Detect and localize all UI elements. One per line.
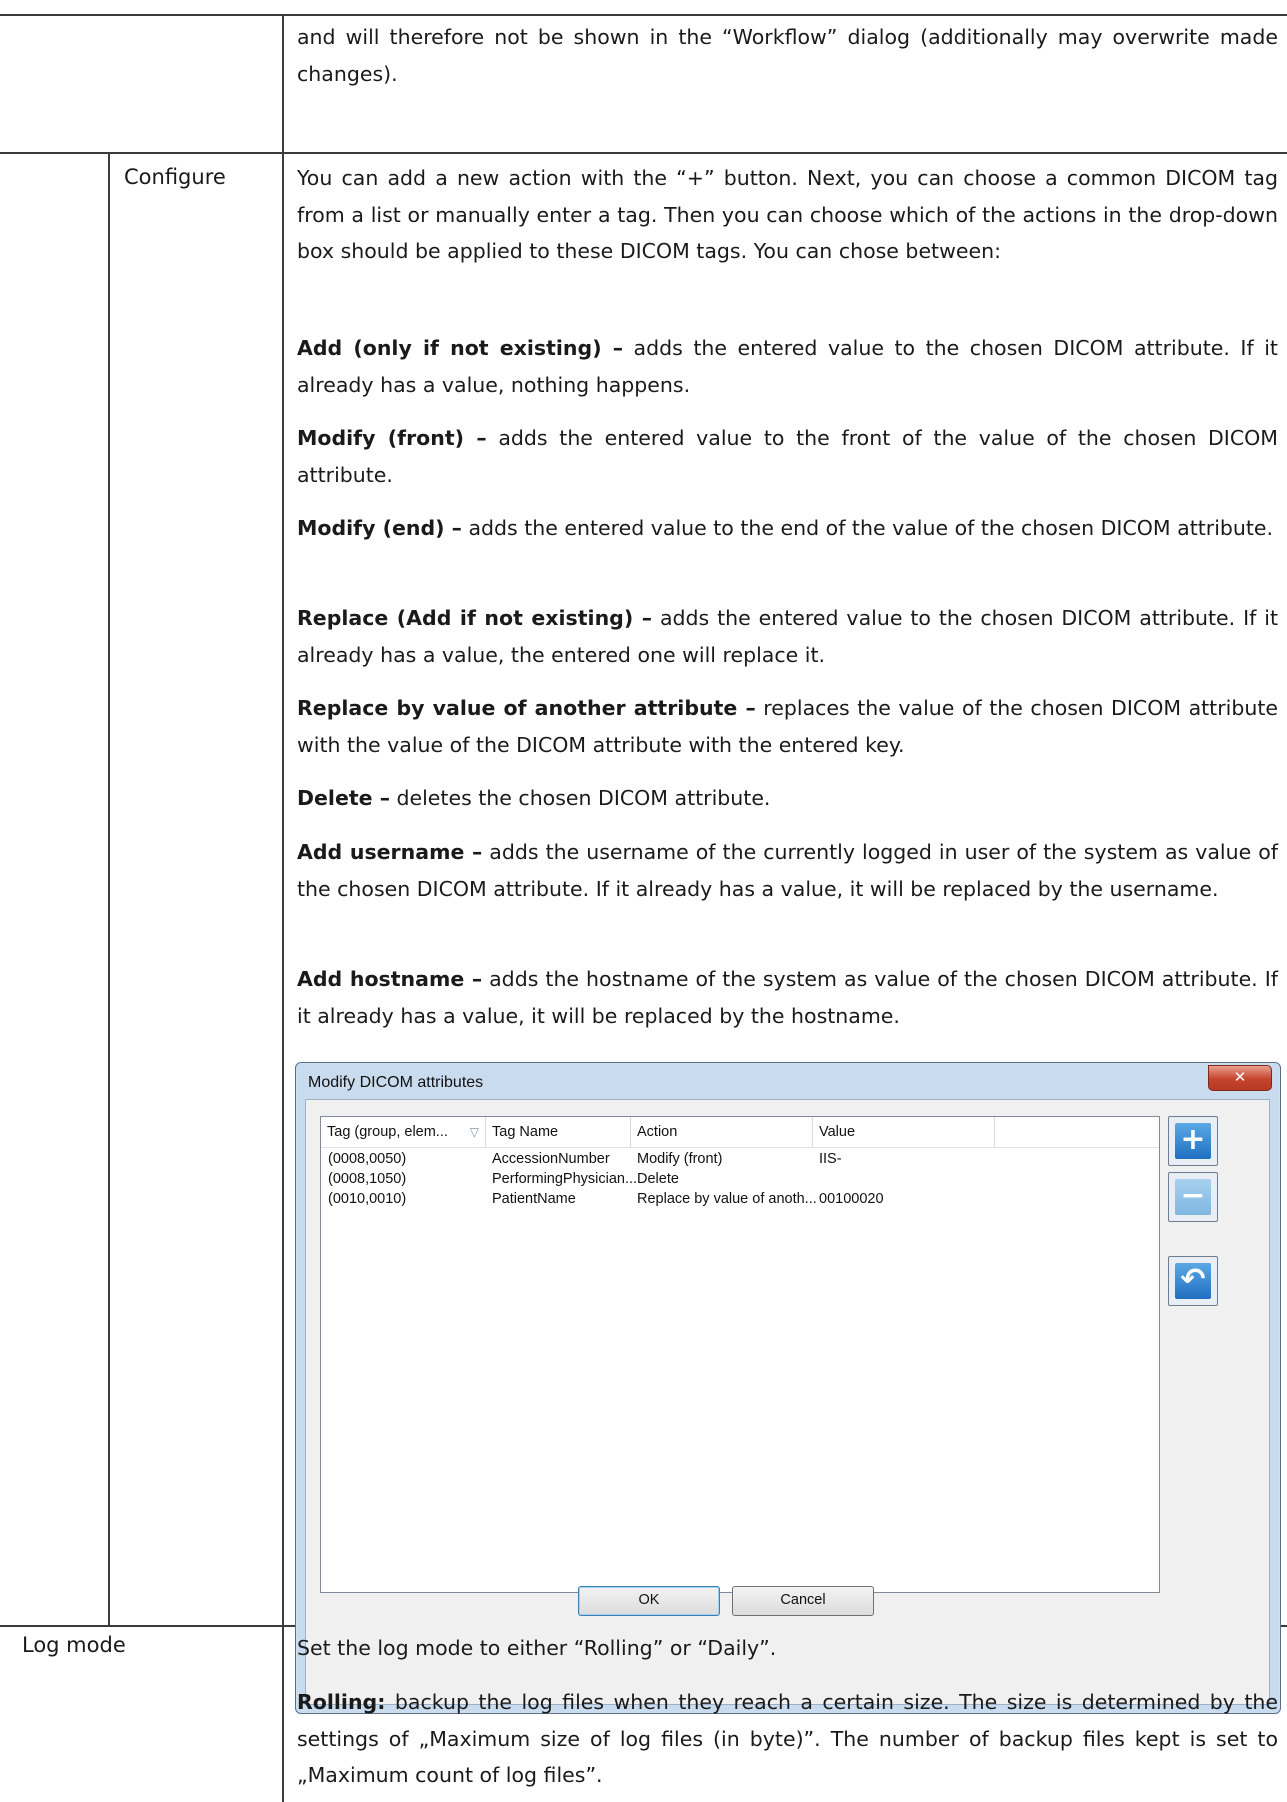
table-divider-main [282,14,284,1802]
cancel-button[interactable]: Cancel [732,1586,874,1616]
action-item-add: Add (only if not existing) – adds the en… [297,336,1278,397]
close-icon[interactable]: ✕ [1208,1065,1272,1091]
action-item-add-hostname: Add hostname – adds the hostname of the … [297,967,1278,1028]
continued-paragraph: and will therefore not be shown in the “… [297,25,1278,86]
minus-icon: − [1175,1179,1211,1215]
plus-icon: + [1175,1123,1211,1159]
reset-button[interactable]: ↶ [1168,1256,1218,1306]
action-item-replace: Replace (Add if not existing) – adds the… [297,606,1279,667]
column-header-value[interactable]: Value [813,1117,995,1147]
logmode-rolling: Rolling: backup the log files when they … [297,1690,1278,1787]
attributes-table[interactable]: Tag (group, elem... ▽ Tag Name Action Va… [320,1116,1160,1593]
column-header-tag-name[interactable]: Tag Name [486,1117,631,1147]
remove-action-button[interactable]: − [1168,1172,1218,1222]
dialog-body: Tag (group, elem... ▽ Tag Name Action Va… [305,1099,1270,1705]
configure-label: Configure [124,165,226,189]
column-header-action[interactable]: Action [631,1117,813,1147]
table-row[interactable]: (0008,1050) PerformingPhysician... Delet… [321,1169,1159,1189]
action-item-replace-by-value: Replace by value of another attribute – … [297,696,1278,757]
table-row[interactable]: (0010,0010) PatientName Replace by value… [321,1189,1159,1209]
modify-dicom-dialog: Modify DICOM attributes ✕ Tag (group, el… [295,1062,1281,1714]
action-item-delete: Delete – deletes the chosen DICOM attrib… [297,786,771,810]
logmode-label: Log mode [22,1633,126,1657]
add-action-button[interactable]: + [1168,1116,1218,1166]
table-row[interactable]: (0008,0050) AccessionNumber Modify (fron… [321,1149,1159,1169]
table-border-top [0,14,1287,16]
dialog-content: Tag (group, elem... ▽ Tag Name Action Va… [320,1116,1248,1666]
table-divider-sub [108,152,110,1625]
action-item-modify-end: Modify (end) – adds the entered value to… [297,516,1274,540]
undo-icon: ↶ [1175,1263,1211,1299]
logmode-paragraph: Set the log mode to either “Rolling” or … [297,1636,777,1660]
action-item-modify-front: Modify (front) – adds the entered value … [297,426,1278,487]
table-border-configure [0,152,1287,154]
ok-button[interactable]: OK [578,1586,720,1616]
configure-intro: You can add a new action with the “+” bu… [297,166,1278,263]
dialog-title: Modify DICOM attributes [308,1074,484,1091]
column-header-tag[interactable]: Tag (group, elem... ▽ [321,1117,486,1147]
action-item-add-username: Add username – adds the username of the … [297,840,1278,901]
sort-descending-icon: ▽ [469,1125,479,1139]
